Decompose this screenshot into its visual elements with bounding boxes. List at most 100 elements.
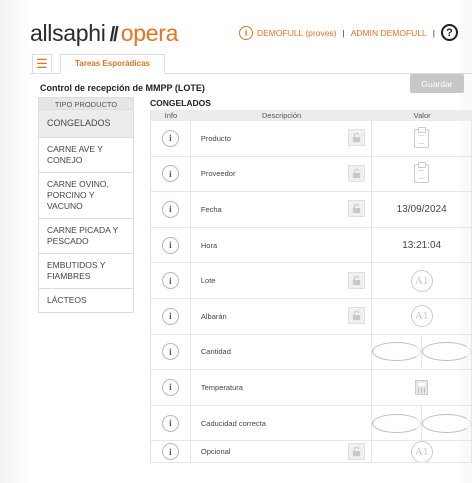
description-cell: Caducidad correcta xyxy=(191,405,373,441)
user-area: i DEMOFULL (proves) | ADMIN DEMOFULL | ? xyxy=(239,24,458,41)
value-cell[interactable]: A1 xyxy=(372,298,472,334)
text-entry-icon[interactable]: A1 xyxy=(410,269,433,292)
value-cell[interactable]: A1 xyxy=(372,263,472,298)
row-description: Producto xyxy=(200,133,231,143)
table-header: Info Descripción Valor xyxy=(151,110,472,121)
app-window: allsaphi//opera i DEMOFULL (proves) | AD… xyxy=(0,0,472,483)
info-cell: i xyxy=(151,192,191,227)
info-cell: i xyxy=(151,334,191,370)
lock-icon[interactable] xyxy=(348,271,366,289)
info-icon[interactable]: i xyxy=(161,272,179,290)
value-cell[interactable] xyxy=(372,156,472,192)
row-description: Albarán xyxy=(200,311,227,321)
clipboard-icon[interactable] xyxy=(414,162,430,184)
value-cell[interactable] xyxy=(372,334,472,370)
row-description: Fecha xyxy=(200,204,222,214)
product-type-carne-ovino[interactable]: CARNE OVINO, PORCINO Y VACUNO xyxy=(38,173,134,219)
clipboard-icon[interactable] xyxy=(414,126,430,148)
table-row: i Caducidad correcta xyxy=(151,405,472,442)
description-cell: Lote xyxy=(191,263,373,298)
checklist-table: Info Descripción Valor i Producto i Proveed… xyxy=(150,110,472,464)
value-cell[interactable] xyxy=(372,370,472,405)
info-icon[interactable]: i xyxy=(161,414,179,432)
user-info-icon[interactable]: i xyxy=(239,25,253,40)
help-icon[interactable]: ? xyxy=(441,24,458,41)
help-separator: | xyxy=(432,27,435,38)
info-icon[interactable]: i xyxy=(161,236,179,254)
logo-slash: // xyxy=(109,24,119,46)
info-icon[interactable]: i xyxy=(161,165,179,183)
row-description: Lote xyxy=(200,276,216,286)
table-row: i Lote A1 xyxy=(151,263,472,299)
product-type-congelados[interactable]: CONGELADOS xyxy=(38,110,134,138)
value-cell[interactable] xyxy=(372,405,472,441)
text-entry-icon[interactable]: A1 xyxy=(410,305,433,328)
value-cell[interactable] xyxy=(372,121,472,156)
description-cell: Proveedor xyxy=(191,156,373,192)
radio-no-cell xyxy=(422,406,471,441)
save-button[interactable]: Guardar xyxy=(410,74,464,93)
page-title: Control de recepción de MMPP (LOTE) xyxy=(40,83,205,93)
table-row: i Temperatura xyxy=(151,370,472,406)
info-icon[interactable]: i xyxy=(161,343,179,361)
product-type-embutidos[interactable]: EMBUTIDOS Y FIAMBRES xyxy=(38,254,134,289)
lock-icon[interactable] xyxy=(348,129,366,147)
info-icon[interactable]: i xyxy=(161,200,179,218)
brand-logo: allsaphi//opera xyxy=(30,20,178,47)
info-icon[interactable]: i xyxy=(161,443,179,461)
table-row: i Hora 13:21:04 xyxy=(151,227,472,264)
table-body: i Producto i Proveedor i Fecha 13/09/2024 i Hora… xyxy=(151,121,472,464)
row-description: Caducidad correcta xyxy=(200,418,266,428)
info-cell: i xyxy=(151,156,191,192)
lock-icon[interactable] xyxy=(348,442,366,460)
radio-yes-cell xyxy=(372,405,423,441)
row-description: Temperatura xyxy=(200,382,243,392)
info-cell: i xyxy=(151,441,191,463)
tab-tareas-esporadicas[interactable]: Tareas Esporádicas xyxy=(60,54,166,74)
logo-text-opera: opera xyxy=(120,20,179,46)
row-description: Hora xyxy=(200,240,218,250)
tab-strip: ☰ Tareas Esporádicas xyxy=(30,52,472,74)
product-type-panel: TIPO PRODUCTO CONGELADOS CARNE AVE Y CON… xyxy=(38,97,134,313)
info-icon[interactable]: i xyxy=(161,378,179,396)
description-cell: Fecha xyxy=(191,192,373,227)
header: allsaphi//opera i DEMOFULL (proves) | AD… xyxy=(30,18,472,50)
radio-yes[interactable] xyxy=(372,342,422,362)
lock-icon[interactable] xyxy=(348,200,366,218)
info-icon[interactable]: i xyxy=(161,129,179,147)
product-type-carne-ave[interactable]: CARNE AVE Y CONEJO xyxy=(38,138,134,173)
radio-group xyxy=(372,334,471,370)
user-company-link[interactable]: DEMOFULL (proves) xyxy=(257,28,337,38)
radio-no[interactable] xyxy=(422,342,471,362)
product-type-carne-picada[interactable]: CARNE PICADA Y PESCADO xyxy=(38,219,134,254)
value-cell[interactable]: 13/09/2024 xyxy=(372,192,472,227)
column-header-description: Descripción xyxy=(262,111,302,120)
product-type-lacteos[interactable]: LÁCTEOS xyxy=(38,289,134,313)
user-separator: | xyxy=(342,27,345,38)
radio-yes[interactable] xyxy=(372,413,422,433)
table-row: i Producto xyxy=(151,121,472,157)
value-cell[interactable]: A1 xyxy=(372,441,472,463)
text-entry-icon[interactable]: A1 xyxy=(410,441,433,463)
logo-text-allsaphi: allsaphi xyxy=(30,20,106,46)
radio-no-cell xyxy=(422,335,471,370)
row-description: Cantidad xyxy=(200,347,231,357)
info-cell: i xyxy=(151,370,191,405)
radio-no[interactable] xyxy=(422,413,471,433)
row-value: 13:21:04 xyxy=(402,239,442,251)
hamburger-menu-icon[interactable]: ☰ xyxy=(32,54,52,73)
info-cell: i xyxy=(151,263,191,298)
description-cell: Albarán xyxy=(191,298,373,334)
info-icon[interactable]: i xyxy=(161,307,179,325)
radio-group xyxy=(372,405,471,441)
table-row: i Cantidad xyxy=(151,334,472,371)
row-description: Opcional xyxy=(200,447,231,457)
radio-yes-cell xyxy=(372,334,423,370)
left-margin xyxy=(0,0,30,483)
user-name-link[interactable]: ADMIN DEMOFULL xyxy=(351,28,427,38)
info-cell: i xyxy=(151,121,191,156)
lock-icon[interactable] xyxy=(348,307,366,325)
calculator-icon[interactable] xyxy=(415,379,429,395)
lock-icon[interactable] xyxy=(348,164,366,182)
value-cell[interactable]: 13:21:04 xyxy=(372,227,472,263)
